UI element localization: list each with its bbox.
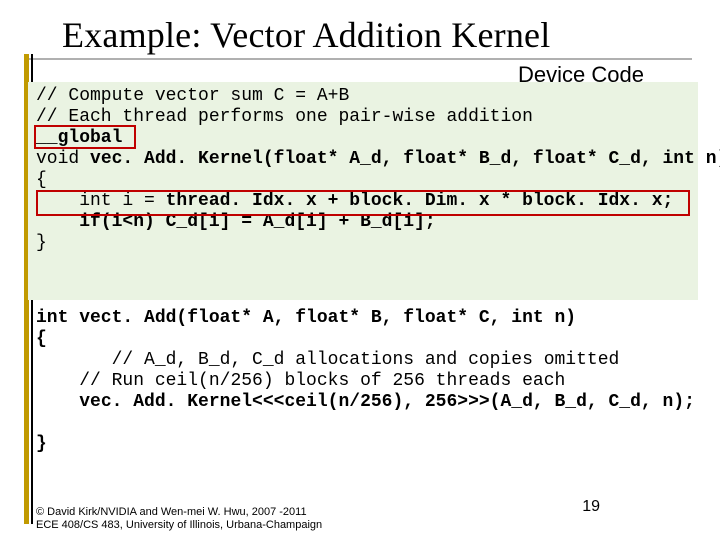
- footer-line: © David Kirk/NVIDIA and Wen-mei W. Hwu, …: [36, 506, 322, 519]
- brace: {: [36, 170, 47, 190]
- code-comment: // A_d, B_d, C_d allocations and copies …: [112, 350, 620, 370]
- code-comment: // Each thread performs one pair-wise ad…: [36, 107, 533, 127]
- host-signature: int vect. Add(float* A, float* B, float*…: [36, 308, 576, 328]
- highlight-box-global: [34, 125, 136, 149]
- code-comment: // Run ceil(n/256) blocks of 256 threads…: [79, 371, 565, 391]
- kernel-signature: vec. Add. Kernel(float* A_d, float* B_d,…: [90, 149, 720, 169]
- code-text: [36, 392, 79, 412]
- code-comment: // Compute vector sum C = A+B: [36, 86, 349, 106]
- page-number: 19: [582, 498, 600, 516]
- brace: }: [36, 233, 47, 253]
- slide: Example: Vector Addition Kernel Device C…: [0, 0, 720, 540]
- code-text: [36, 371, 79, 391]
- device-code-block: // Compute vector sum C = A+B // Each th…: [36, 86, 706, 254]
- host-code-block: int vect. Add(float* A, float* B, float*…: [36, 308, 706, 455]
- kernel-launch: vec. Add. Kernel<<<ceil(n/256), 256>>>(A…: [79, 392, 695, 412]
- footer-line: ECE 408/CS 483, University of Illinois, …: [36, 519, 322, 532]
- code-text: [36, 350, 112, 370]
- title-underline: [28, 58, 692, 61]
- code-text: void: [36, 149, 90, 169]
- brace: {: [36, 329, 47, 349]
- slide-title: Example: Vector Addition Kernel: [62, 14, 550, 56]
- highlight-box-index: [36, 190, 690, 216]
- footer-attribution: © David Kirk/NVIDIA and Wen-mei W. Hwu, …: [36, 506, 322, 532]
- brace: }: [36, 434, 47, 454]
